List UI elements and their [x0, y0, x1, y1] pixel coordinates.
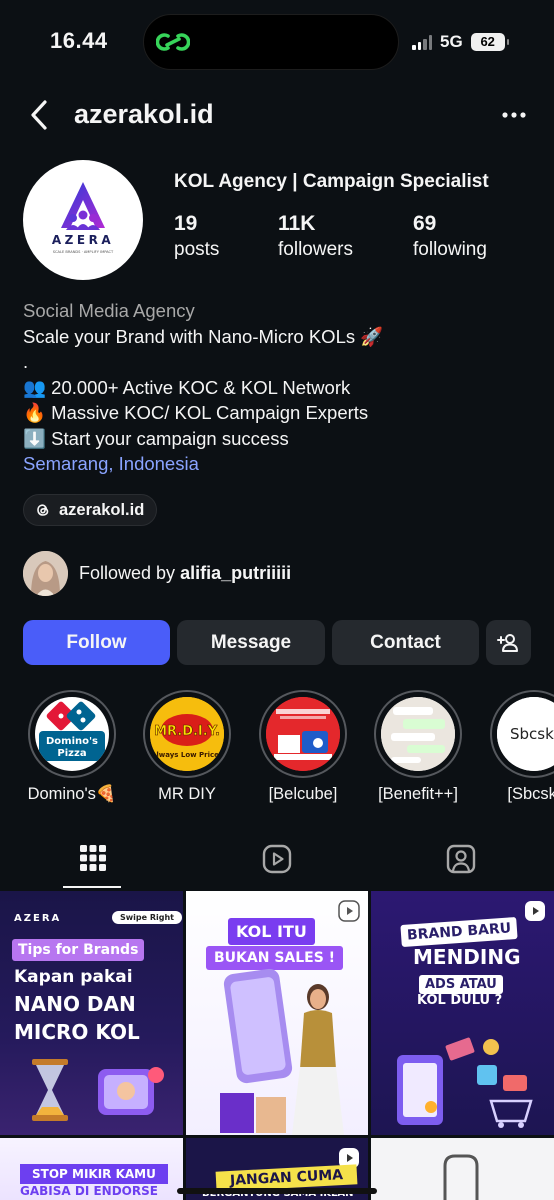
highlight-sbcski[interactable]: Sbcski [Sbcski	[484, 690, 554, 804]
status-time: 16.44	[50, 28, 108, 53]
header-username: azerakol.id	[74, 99, 214, 129]
highlight-belcube[interactable]: [Belcube]	[253, 690, 353, 804]
profile-header: azerakol.id	[0, 92, 554, 138]
battery-icon: 62	[470, 33, 509, 51]
highlight-dominos[interactable]: Domino's Pizza Domino's🍕	[22, 690, 122, 804]
tagged-icon	[446, 844, 476, 874]
bio-line-4: 🔥 Massive KOC/ KOL Campaign Experts	[23, 402, 369, 423]
grid-icon	[79, 845, 106, 871]
active-tab-indicator	[63, 886, 121, 888]
threads-profile-link[interactable]: azerakol.id	[23, 494, 158, 526]
azera-logo: AZERA SCALE BRANDS · AMPLIFY IMPACT	[52, 182, 114, 254]
posts-label: posts	[174, 239, 220, 260]
follow-button[interactable]: Follow	[23, 620, 170, 665]
suggest-people-button[interactable]	[486, 620, 531, 665]
followed-by[interactable]: Followed by alifia_putriiiii	[23, 551, 291, 596]
bio-category: Social Media Agency	[23, 300, 195, 321]
profile-avatar[interactable]: AZERA SCALE BRANDS · AMPLIFY IMPACT	[23, 160, 143, 280]
profile-tabs	[0, 838, 554, 890]
post-tile[interactable]: AZERA Swipe Right Tips for Brands Kapan …	[0, 891, 183, 1135]
posts-stat[interactable]: 19 posts	[174, 211, 294, 263]
post-tile[interactable]: STOP MIKIR KAMU GABISA DI ENDORSE	[0, 1138, 183, 1200]
hourglass-graphic	[32, 1059, 68, 1121]
reel-badge-icon	[338, 900, 360, 922]
reel-badge-icon	[525, 901, 545, 921]
posts-grid: AZERA Swipe Right Tips for Brands Kapan …	[0, 891, 554, 1200]
post-tile[interactable]	[371, 1138, 554, 1200]
profile-full-name: KOL Agency | Campaign Specialist	[174, 171, 489, 192]
highlight-label: Domino's🍕	[27, 785, 117, 803]
following-label: following	[413, 239, 487, 260]
swipe-badge: Swipe Right	[112, 911, 182, 924]
bio-line-1: Scale your Brand with Nano-Micro KOLs 🚀	[23, 325, 384, 347]
followers-stat[interactable]: 11K followers	[278, 211, 398, 263]
highlight-label: [Belcube]	[268, 785, 338, 803]
followed-by-text: Followed by alifia_putriiiii	[79, 563, 292, 583]
threads-icon	[37, 504, 49, 516]
svg-text:SCALE BRANDS · AMPLIFY IMPACT: SCALE BRANDS · AMPLIFY IMPACT	[53, 250, 114, 254]
tab-tagged[interactable]	[369, 838, 553, 890]
reels-icon	[262, 844, 292, 874]
svg-text:Always Low Prices: Always Low Prices	[151, 751, 223, 759]
highlight-label: [Sbcski	[507, 785, 554, 803]
posts-count: 19	[174, 212, 198, 235]
story-highlights: Domino's Pizza Domino's🍕 MR.D.I.Y. Alway…	[0, 690, 554, 810]
svg-text:Sbcski: Sbcski	[510, 725, 554, 743]
threads-activity-icon	[156, 33, 190, 51]
message-button[interactable]: Message	[177, 620, 325, 665]
bio-line-3: 👥 20.000+ Active KOC & KOL Network	[23, 376, 351, 398]
status-bar: 16.44 5G 62	[0, 0, 554, 84]
highlight-benefit[interactable]: [Benefit++]	[368, 690, 468, 804]
highlight-label: [Benefit++]	[378, 785, 458, 803]
threads-username: azerakol.id	[59, 500, 145, 519]
back-arrow-icon[interactable]	[26, 98, 54, 132]
highlight-mr-diy[interactable]: MR.D.I.Y. Always Low Prices MR DIY	[137, 690, 237, 804]
bio-line-5: ⬇️ Start your campaign success	[23, 427, 289, 449]
svg-text:Domino's: Domino's	[46, 736, 98, 747]
kol-person-graphic	[220, 969, 344, 1135]
contact-button[interactable]: Contact	[332, 620, 479, 665]
shopping-graphic	[397, 1037, 533, 1128]
svg-text:Pizza: Pizza	[57, 748, 86, 759]
tab-reels[interactable]	[185, 838, 369, 890]
follower-avatar	[23, 551, 68, 596]
followers-label: followers	[278, 239, 353, 260]
svg-text:MR.D.I.Y.: MR.D.I.Y.	[154, 724, 220, 739]
phone-graphic	[98, 1067, 164, 1115]
status-indicators: 5G 62	[412, 31, 509, 53]
svg-text:AZERA: AZERA	[52, 233, 114, 247]
tab-posts-grid[interactable]	[0, 838, 184, 890]
add-person-icon	[496, 633, 518, 652]
following-stat[interactable]: 69 following	[413, 211, 533, 263]
dynamic-island	[143, 14, 399, 70]
post-tile[interactable]: BRAND BARU MENDING ADS ATAU KOL DULU ?	[371, 891, 554, 1135]
bio-location-link[interactable]: Semarang, Indonesia	[23, 451, 533, 477]
followers-count: 11K	[278, 212, 316, 235]
signal-icon	[412, 34, 432, 50]
home-indicator	[177, 1188, 377, 1194]
post-graphic	[443, 1154, 479, 1200]
following-count: 69	[413, 212, 437, 235]
more-icon[interactable]	[498, 102, 530, 128]
post-tile[interactable]: KOL ITU BUKAN SALES !	[186, 891, 368, 1135]
profile-bio: Social Media Agency Scale your Brand wit…	[23, 298, 533, 477]
bio-line-2: .	[23, 351, 29, 372]
network-label: 5G	[440, 32, 463, 51]
highlight-label: MR DIY	[158, 785, 216, 803]
